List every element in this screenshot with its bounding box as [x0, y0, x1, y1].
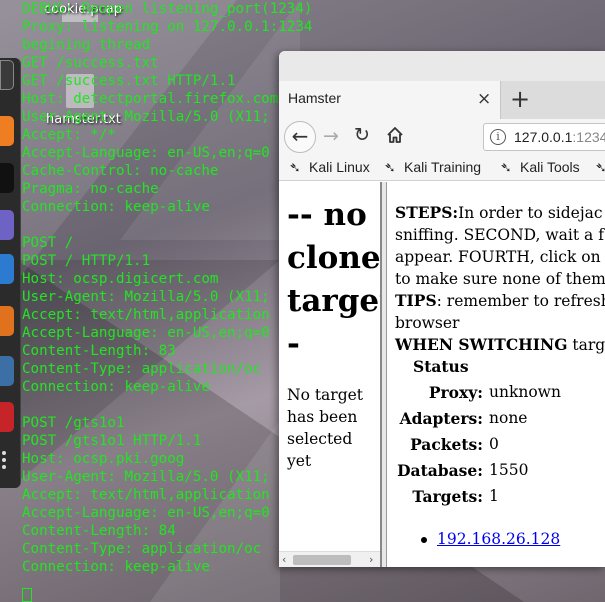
page-content: -- no clone target -- No target has been… [279, 182, 605, 567]
url-bar[interactable]: i 127.0.0.1:1234 [483, 123, 605, 151]
kali-dragon-icon: ➴ [289, 159, 301, 175]
home-button[interactable] [385, 125, 405, 145]
terminal-dock-icon[interactable] [0, 60, 14, 90]
kali-dragon-icon: ➴ [500, 159, 512, 175]
steps-text: appear. FOURTH, click on [395, 248, 601, 266]
scrollbar-thumb[interactable] [293, 555, 351, 565]
stat-value: 0 [489, 435, 499, 453]
terminal-app-dock-icon[interactable] [0, 163, 14, 193]
no-target-text: No target has been selected yet [287, 386, 364, 470]
switching-label: WHEN SWITCHING [395, 335, 568, 354]
scroll-right-icon[interactable]: › [369, 552, 373, 567]
app-dock-icon[interactable] [0, 402, 14, 432]
burp-dock-icon[interactable] [0, 116, 14, 146]
editor-dock-icon[interactable] [0, 306, 14, 336]
network-dock-icon[interactable] [0, 356, 14, 386]
back-button[interactable]: ← [284, 121, 316, 153]
stat-value: 1 [489, 487, 499, 505]
bookmark-kali-linux[interactable]: ➴ Kali Linux [289, 159, 370, 176]
stat-value: unknown [489, 383, 561, 401]
terminal-line: Proxy: listening on 127.0.0.1:1234 [22, 19, 313, 35]
status-header: Status [413, 357, 469, 376]
forward-button[interactable]: → [323, 125, 339, 147]
bookmark-kali-tools[interactable]: ➴ Kali Tools [500, 159, 580, 176]
frame-divider[interactable] [382, 182, 387, 567]
terminal-line: DEBUG: Reopen listening_port(1234) [22, 1, 313, 17]
tips-text: browser [395, 314, 460, 332]
right-frame: STEPS:In order to sidejac sniffing. SECO… [388, 182, 605, 567]
show-apps-icon[interactable] [2, 451, 6, 455]
steps-text: In order to sidejac [458, 204, 603, 222]
tips-text: : remember to refresh [436, 292, 605, 310]
steps-text: to make sure none of them [395, 270, 605, 288]
tips-label: TIPS [395, 291, 437, 310]
horizontal-scrollbar[interactable]: ‹ › [279, 551, 380, 567]
reload-button[interactable]: ↻ [354, 124, 370, 146]
stat-label: Packets: [410, 435, 483, 454]
steps-label: STEPS: [395, 203, 459, 222]
stat-label: Adapters: [399, 409, 483, 428]
stat-row-packets: Packets: 0 [395, 435, 605, 461]
list-bullet [421, 537, 427, 543]
navigation-bar: ← → ↻ i 127.0.0.1:1234 [279, 119, 605, 155]
left-frame: -- no clone target -- No target has been… [279, 182, 382, 567]
url-text: 127.0.0.1:1234 [514, 129, 605, 145]
switching-text: targ [567, 336, 605, 354]
dock [0, 58, 21, 488]
bookmarks-toolbar: ➴ Kali Linux ➴ Kali Training ➴ Kali Tools ➴ [279, 155, 605, 181]
info-icon[interactable]: i [490, 129, 506, 145]
stat-row-proxy: Proxy: unknown [395, 383, 605, 409]
close-tab-icon[interactable]: × [477, 90, 491, 108]
notes-dock-icon[interactable] [0, 210, 14, 240]
stat-row-adapters: Adapters: none [395, 409, 605, 435]
target-link[interactable]: 192.168.26.128 [437, 530, 560, 548]
stat-value: 1550 [489, 461, 529, 479]
new-tab-button[interactable]: + [510, 85, 530, 113]
instructions: STEPS:In order to sidejac sniffing. SECO… [395, 202, 605, 356]
stat-row-database: Database: 1550 [395, 461, 605, 487]
stat-label: Database: [397, 461, 483, 480]
no-clone-heading: -- no clone target -- [287, 197, 381, 362]
kali-dragon-icon: ➴ [595, 159, 605, 175]
browser-window: Hamster × + ← → ↻ i 127.0.0.1:1234 ➴ Kali… [279, 51, 605, 567]
kali-dragon-icon: ➴ [384, 159, 396, 175]
terminal-cursor [22, 588, 32, 602]
scroll-left-icon[interactable]: ‹ [282, 552, 286, 567]
stat-row-targets: Targets: 1 [395, 487, 605, 513]
tab-hamster[interactable]: Hamster × [279, 81, 501, 119]
stat-label: Proxy: [428, 383, 483, 402]
metasploit-dock-icon[interactable] [0, 254, 14, 284]
tab-title: Hamster [288, 90, 341, 106]
tab-strip: Hamster × + [279, 81, 605, 119]
bookmark-overflow[interactable]: ➴ [595, 159, 605, 176]
stat-label: Targets: [412, 487, 483, 506]
window-titlebar[interactable] [279, 51, 605, 81]
stat-value: none [489, 409, 528, 427]
bookmark-kali-training[interactable]: ➴ Kali Training [384, 159, 481, 176]
steps-text: sniffing. SECOND, wait a f [395, 226, 604, 244]
